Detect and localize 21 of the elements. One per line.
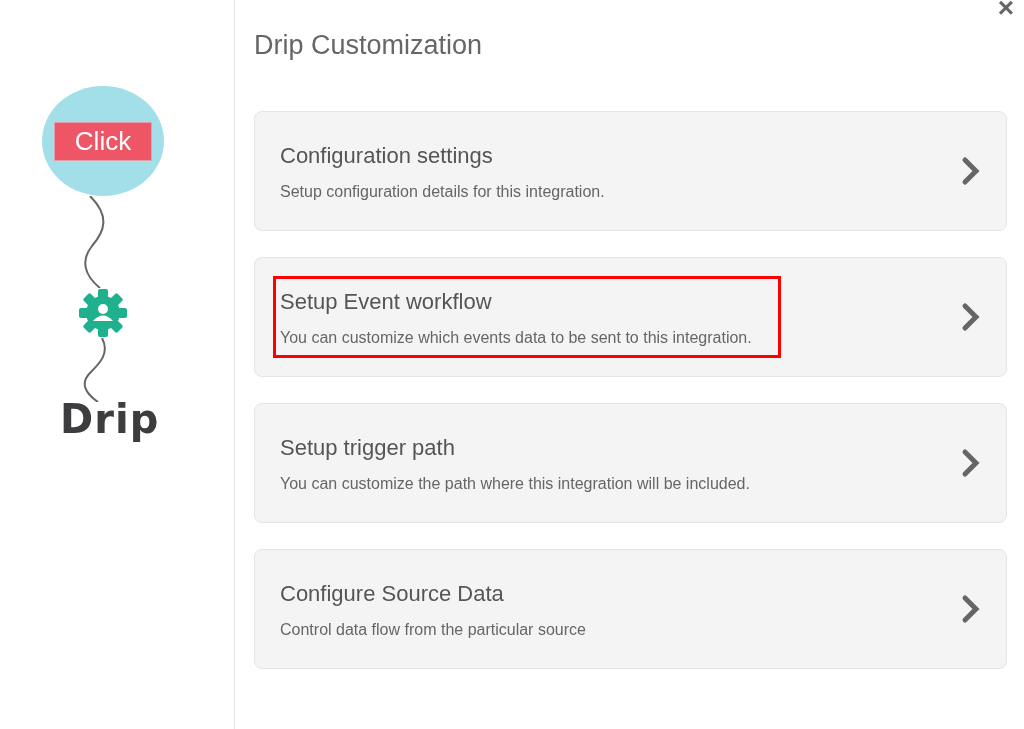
logo-text: Drip xyxy=(60,396,160,442)
option-title: Setup Event workflow xyxy=(280,289,493,315)
chevron-right-icon xyxy=(961,448,981,478)
option-card[interactable]: Configure Source Data Control data flow from the particular source xyxy=(254,549,1007,669)
option-card[interactable]: Setup Event workflow You can customize which events data to be sent to this integration. xyxy=(254,257,1007,377)
page-title: Drip Customization xyxy=(254,30,484,61)
click-label: Click xyxy=(53,121,153,161)
option-card[interactable]: Configuration settings Setup configuration details for this integration. xyxy=(254,111,1007,231)
close-button[interactable]: × xyxy=(997,0,1014,24)
option-title: Configuration settings xyxy=(280,143,494,169)
option-description: You can customize which events data to be sent to this integration. xyxy=(280,329,752,347)
option-title: Configure Source Data xyxy=(280,581,505,607)
option-description: You can customize the path where this integration will be included. xyxy=(280,475,750,493)
option-description: Setup configuration details for this integration. xyxy=(280,183,605,201)
option-title: Setup trigger path xyxy=(280,435,456,461)
gear-icon xyxy=(78,288,128,338)
chevron-right-icon xyxy=(961,302,981,332)
chevron-right-icon xyxy=(961,594,981,624)
option-description: Control data flow from the particular source xyxy=(280,621,586,639)
chevron-right-icon xyxy=(961,156,981,186)
option-card[interactable]: Setup trigger path You can customize the path where this integration will be included. xyxy=(254,403,1007,523)
